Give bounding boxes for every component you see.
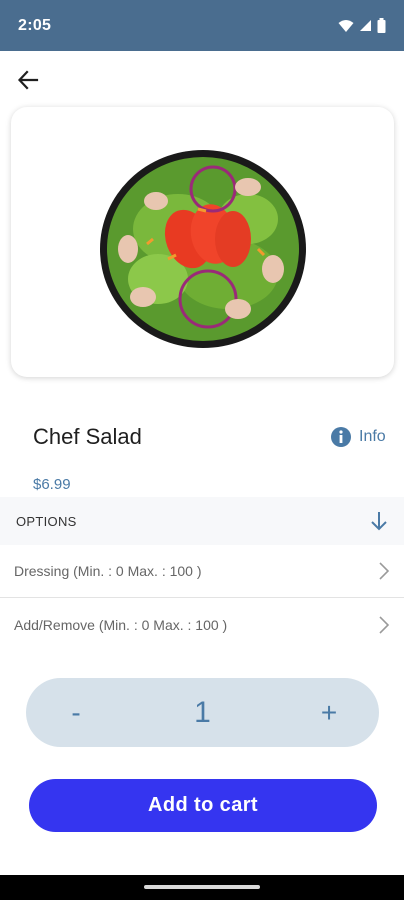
product-price: $6.99 (33, 476, 71, 493)
wifi-icon (338, 19, 354, 32)
signal-icon (360, 20, 371, 31)
arrow-left-icon (17, 70, 39, 90)
back-button[interactable] (14, 66, 42, 94)
battery-icon (377, 18, 386, 33)
option-label: Add/Remove (Min. : 0 Max. : 100 ) (14, 617, 228, 633)
option-row-add-remove[interactable]: Add/Remove (Min. : 0 Max. : 100 ) (0, 599, 404, 651)
option-row-dressing[interactable]: Dressing (Min. : 0 Max. : 100 ) (0, 545, 404, 597)
increase-quantity-button[interactable]: + (319, 697, 339, 729)
status-icons (338, 18, 386, 33)
status-bar: 2:05 (0, 0, 404, 51)
options-header[interactable]: OPTIONS (0, 497, 404, 545)
options-header-label: OPTIONS (16, 513, 77, 529)
option-label: Dressing (Min. : 0 Max. : 100 ) (14, 563, 202, 579)
product-name: Chef Salad (33, 424, 142, 449)
divider (0, 597, 404, 598)
arrow-down-icon[interactable] (370, 511, 388, 531)
info-button[interactable]: Info (330, 426, 386, 448)
add-to-cart-button[interactable]: Add to cart (29, 779, 377, 832)
chevron-right-icon (379, 562, 390, 580)
home-handle[interactable] (144, 885, 260, 889)
decrease-quantity-button[interactable]: - (66, 697, 86, 729)
product-image-card (11, 107, 394, 377)
product-image (100, 150, 306, 348)
info-label: Info (359, 428, 386, 445)
quantity-value: 1 (194, 695, 211, 729)
chevron-right-icon (379, 616, 390, 634)
navigation-bar (0, 875, 404, 900)
quantity-stepper: - 1 + (26, 678, 379, 747)
status-time: 2:05 (18, 16, 52, 34)
info-icon (331, 427, 351, 447)
